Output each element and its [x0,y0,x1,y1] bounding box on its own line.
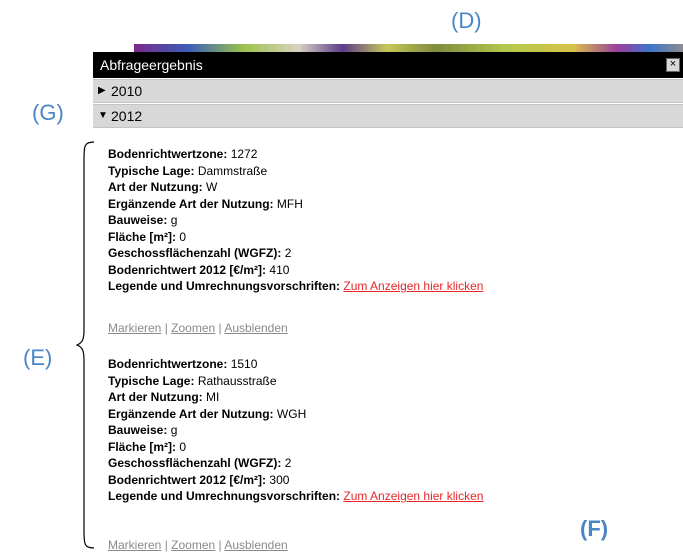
legend-row: Legende und Umrechnungsvorschriften: Zum… [108,489,484,503]
window-titlebar[interactable]: Abfrageergebnis × [93,52,683,78]
ausblenden-link[interactable]: Ausblenden [224,538,287,552]
record-field: Bodenrichtwert 2012 [€/m²]: 410 [108,262,290,277]
window-title: Abfrageergebnis [100,57,203,73]
record-field: Fläche [m²]: 0 [108,439,187,454]
year-toggle-2010[interactable]: ▶ 2010 [93,79,683,103]
close-icon: × [669,58,677,70]
annotation-label-g: (G) [32,100,64,125]
record-field: Geschossflächenzahl (WGFZ): 2 [108,246,292,260]
legend-row: Legende und Umrechnungsvorschriften: Zum… [108,279,484,293]
record-field: Typische Lage: Dammstraße [108,163,268,178]
record-field: Art der Nutzung: MI [108,390,220,404]
result-record: Bodenrichtwertzone: 1272 Typische Lage: … [108,146,483,295]
record-field: Bodenrichtwertzone: 1510 [108,357,258,371]
triangle-right-icon: ▶ [98,85,106,96]
record-actions: Markieren | Zoomen | Ausblenden [108,321,288,335]
year-label: 2012 [111,108,143,124]
markieren-link[interactable]: Markieren [108,321,161,335]
record-field: Bauweise: g [108,423,178,437]
zoomen-link[interactable]: Zoomen [171,321,215,335]
map-background-strip [134,44,683,52]
legend-link[interactable]: Zum Anzeigen hier klicken [343,279,483,293]
triangle-down-icon: ▼ [98,110,108,121]
record-field: Bodenrichtwert 2012 [€/m²]: 300 [108,472,290,487]
record-actions: Markieren | Zoomen | Ausblenden [108,538,288,552]
record-field: Geschossflächenzahl (WGFZ): 2 [108,456,292,470]
year-toggle-2012[interactable]: ▼ 2012 [93,104,683,128]
query-result-window: Abfrageergebnis × ▶ 2010 ▼ 2012 Bodenric… [93,52,683,553]
legend-link[interactable]: Zum Anzeigen hier klicken [343,489,483,503]
annotation-label-d: (D) [451,8,482,33]
annotation-label-e: (E) [23,345,53,370]
record-field: Typische Lage: Rathausstraße [108,373,277,388]
close-button[interactable]: × [666,58,680,72]
zoomen-link[interactable]: Zoomen [171,538,215,552]
record-field: Fläche [m²]: 0 [108,229,187,244]
record-field: Bodenrichtwertzone: 1272 [108,147,258,161]
record-field: Ergänzende Art der Nutzung: WGH [108,406,307,421]
record-field: Ergänzende Art der Nutzung: MFH [108,196,303,211]
record-field: Bauweise: g [108,213,178,227]
year-label: 2010 [111,83,143,99]
record-field: Art der Nutzung: W [108,180,218,194]
ausblenden-link[interactable]: Ausblenden [224,321,287,335]
markieren-link[interactable]: Markieren [108,538,161,552]
result-record: Bodenrichtwertzone: 1510 Typische Lage: … [108,356,483,505]
